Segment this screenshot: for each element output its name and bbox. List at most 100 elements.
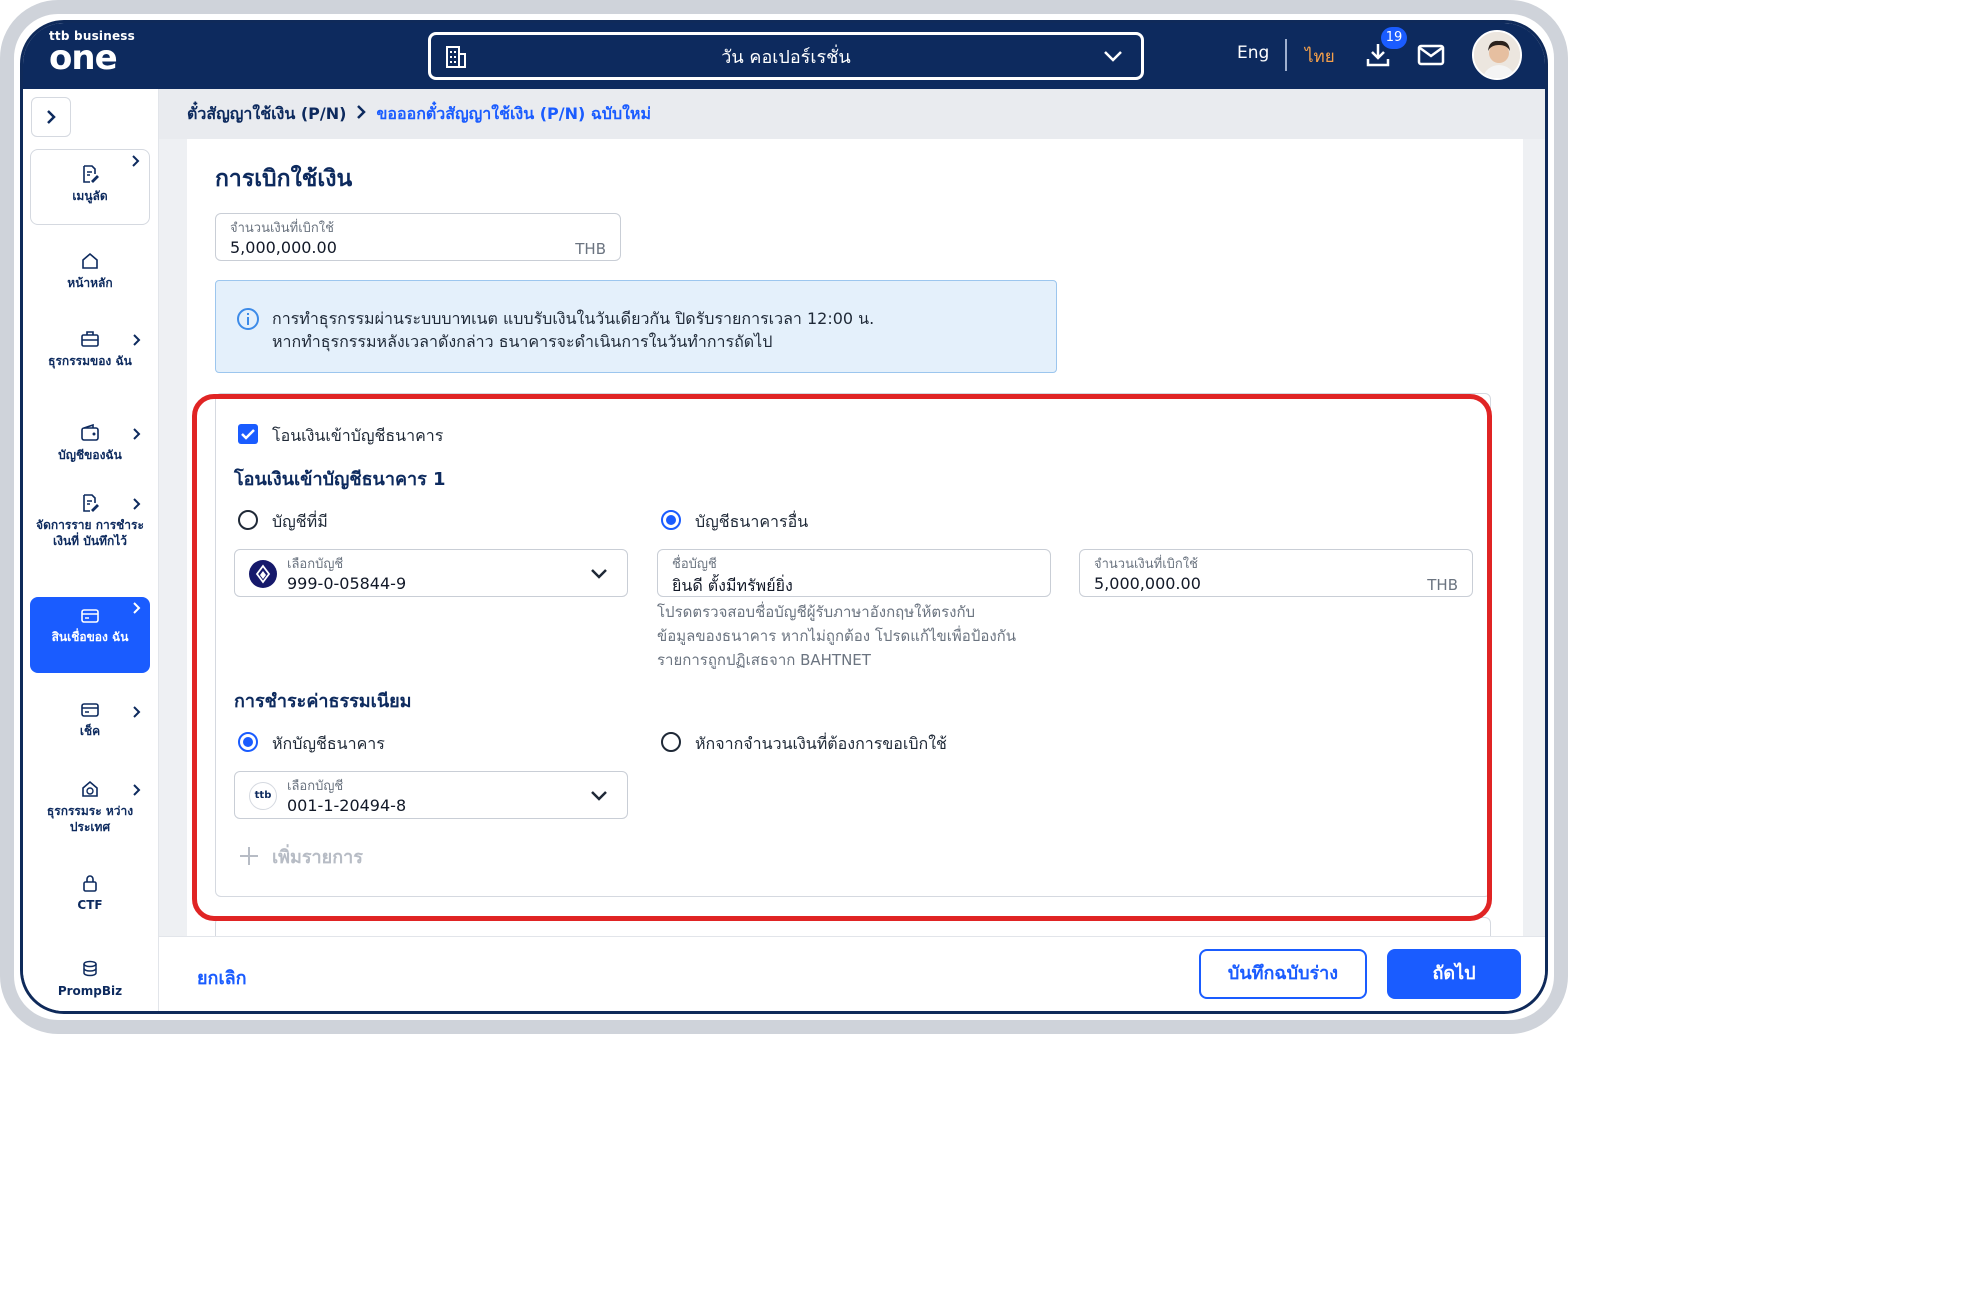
info-notice: การทำธุรกรรมผ่านระบบบาทเนต แบบรับเงินในว… [215, 280, 1057, 373]
field-label: เลือกบัญชี [287, 779, 344, 794]
breadcrumb-item-current: ขอออกตั๋วสัญญาใช้เงิน (P/N) ฉบับใหม่ [376, 103, 652, 123]
chevron-right-icon [133, 334, 141, 346]
account-name-field[interactable]: ชื่อบัญชี ยินดี ตั้งมีทรัพย์ยิ่ง [657, 549, 1051, 597]
next-button[interactable]: ถัดไป [1387, 949, 1521, 999]
radio-other-bank-account[interactable] [661, 510, 681, 530]
field-value: 5,000,000.00 [230, 238, 337, 257]
download-count-badge: 19 [1381, 27, 1407, 49]
field-value: 5,000,000.00 [1094, 574, 1201, 593]
info-icon [236, 307, 260, 335]
checkmark-icon [241, 429, 255, 440]
cheque-icon [81, 703, 99, 717]
sidebar-item-international[interactable]: ธุรกรรมระ หว่างประเทศ [30, 779, 150, 835]
sidebar-item-ctf[interactable]: CTF [30, 873, 150, 913]
global-house-icon [82, 780, 98, 797]
chevron-down-icon [589, 788, 609, 807]
document-edit-icon [83, 494, 99, 512]
ttb-bank-logo-icon: ttb [249, 782, 277, 810]
radio-deduct-bank-account[interactable] [238, 732, 258, 752]
sidebar-item-prompbiz[interactable]: PrompBiz [30, 959, 150, 999]
cancel-button[interactable]: ยกเลิก [197, 963, 247, 992]
info-line-1: การทำธุรกรรมผ่านระบบบาทเนต แบบรับเงินในว… [272, 309, 875, 328]
sidebar-item-label: สินเชื่อของ ฉัน [51, 630, 129, 644]
select-account-dropdown[interactable]: เลือกบัญชี 999-0-05844-9 [234, 549, 628, 597]
hint-line-2: ข้อมูลของธนาคาร หากไม่ถูกต้อง โปรดแก้ไขเ… [657, 627, 1017, 645]
bank-logo-icon [249, 560, 277, 588]
transfer-amount-field[interactable]: จำนวนเงินที่เบิกใช้ 5,000,000.00 THB [1079, 549, 1473, 597]
sidebar-expand-button[interactable] [31, 97, 71, 137]
field-label: เลือกบัญชี [287, 557, 344, 572]
wallet-icon [81, 423, 99, 441]
radio-deduct-from-amount-label: หักจากจำนวนเงินที่ต้องการขอเบิกใช้ [695, 734, 947, 753]
sidebar-item-label: CTF [77, 898, 103, 912]
main-content: การเบิกใช้เงิน จำนวนเงินที่เบิกใช้ 5,000… [187, 139, 1523, 977]
sidebar-item-label: จัดการราย การชำระเงินที่ บันทึกไว้ [36, 518, 144, 548]
sidebar: เมนูลัด หน้าหลัก ธุรกรรมของ ฉัน บัญชีของ… [23, 89, 159, 1011]
fee-select-account-dropdown[interactable]: ttb เลือกบัญชี 001-1-20494-8 [234, 771, 628, 819]
lock-icon [83, 875, 97, 892]
language-divider [1285, 39, 1287, 71]
save-draft-button[interactable]: บันทึกฉบับร่าง [1199, 949, 1367, 999]
sidebar-item-label: PrompBiz [57, 984, 123, 998]
chevron-right-icon [133, 784, 141, 796]
chevron-right-icon [133, 602, 141, 614]
sidebar-item-label: ธุรกรรมระ หว่างประเทศ [46, 804, 134, 834]
fee-section-title: การชำระค่าธรรมเนียม [234, 691, 412, 712]
breadcrumb-separator-icon [356, 104, 367, 125]
language-english-option[interactable]: Eng [1237, 43, 1269, 63]
transfer-checkbox[interactable] [238, 424, 258, 444]
sidebar-item-cheque[interactable]: เช็ค [30, 701, 150, 739]
sidebar-item-saved-payments[interactable]: จัดการราย การชำระเงินที่ บันทึกไว้ [30, 493, 150, 549]
card-icon [81, 609, 99, 623]
radio-other-bank-account-label: บัญชีธนาคารอื่น [695, 512, 809, 531]
withdrawal-amount-field[interactable]: จำนวนเงินที่เบิกใช้ 5,000,000.00 THB [215, 213, 621, 261]
info-line-2: หากทำธุรกรรมหลังเวลาดังกล่าว ธนาคารจะดำเ… [272, 332, 773, 351]
company-name: วัน คอเปอร์เรชั่น [721, 46, 851, 68]
field-value: 001-1-20494-8 [287, 796, 407, 815]
sidebar-item-label: เมนูลัด [72, 189, 108, 203]
footer-action-bar: ยกเลิก บันทึกฉบับร่าง ถัดไป [159, 936, 1545, 1011]
chevron-right-icon [133, 498, 141, 510]
coins-icon [83, 960, 97, 977]
mail-icon[interactable] [1417, 43, 1445, 71]
briefcase-icon [81, 331, 99, 347]
sidebar-item-home[interactable]: หน้าหลัก [30, 251, 150, 291]
sidebar-item-shortcut-menu[interactable]: เมนูลัด [30, 149, 150, 225]
company-selector[interactable]: วัน คอเปอร์เรชั่น [428, 32, 1144, 80]
radio-deduct-from-amount[interactable] [661, 732, 681, 752]
sidebar-item-my-transactions[interactable]: ธุรกรรมของ ฉัน [30, 329, 150, 369]
add-item-label: เพิ่มรายการ [272, 847, 363, 868]
transfer-section-title: โอนเงินเข้าบัญชีธนาคาร 1 [234, 469, 446, 490]
radio-deduct-bank-account-label: หักบัญชีธนาคาร [272, 734, 385, 753]
field-label: ชื่อบัญชี [672, 557, 717, 572]
sidebar-item-label: หน้าหลัก [67, 276, 113, 290]
user-avatar[interactable] [1472, 30, 1522, 80]
home-icon [82, 252, 98, 269]
hint-line-1: โปรดตรวจสอบชื่อบัญชีผู้รับภาษาอังกฤษให้ต… [657, 603, 976, 621]
transfer-checkbox-label: โอนเงินเข้าบัญชีธนาคาร [272, 426, 444, 445]
add-item-button[interactable]: เพิ่มรายการ [238, 842, 363, 871]
logo-big-text: one [49, 38, 118, 78]
device-frame: ttb business one วัน คอเปอร์เรชั่น Eng ไ… [0, 0, 1568, 1034]
chevron-right-icon [47, 110, 56, 124]
sidebar-item-my-loans[interactable]: สินเชื่อของ ฉัน [30, 597, 150, 673]
sidebar-item-label: เช็ค [79, 724, 101, 738]
radio-existing-account[interactable] [238, 510, 258, 530]
chevron-right-icon [133, 428, 141, 440]
chevron-right-icon [132, 155, 140, 167]
top-navigation-bar: ttb business one วัน คอเปอร์เรชั่น Eng ไ… [23, 23, 1545, 89]
building-icon [445, 45, 467, 74]
chevron-right-icon [133, 706, 141, 718]
field-label: จำนวนเงินที่เบิกใช้ [1094, 557, 1198, 572]
chevron-down-icon [1103, 47, 1123, 68]
plus-icon [238, 845, 260, 869]
breadcrumb: ตั๋วสัญญาใช้เงิน (P/N) ขอออกตั๋วสัญญาใช้… [159, 89, 1545, 139]
field-value: ยินดี ตั้งมีทรัพย์ยิ่ง [672, 576, 793, 595]
breadcrumb-item-pn[interactable]: ตั๋วสัญญาใช้เงิน (P/N) [187, 102, 346, 127]
app-window: ttb business one วัน คอเปอร์เรชั่น Eng ไ… [20, 20, 1548, 1014]
language-thai-option[interactable]: ไทย [1305, 43, 1335, 70]
radio-existing-account-label: บัญชีที่มี [272, 512, 328, 531]
sidebar-item-my-accounts[interactable]: บัญชีของฉัน [30, 423, 150, 463]
ttb-business-one-logo[interactable]: ttb business one [49, 29, 139, 85]
chevron-down-icon [589, 566, 609, 585]
